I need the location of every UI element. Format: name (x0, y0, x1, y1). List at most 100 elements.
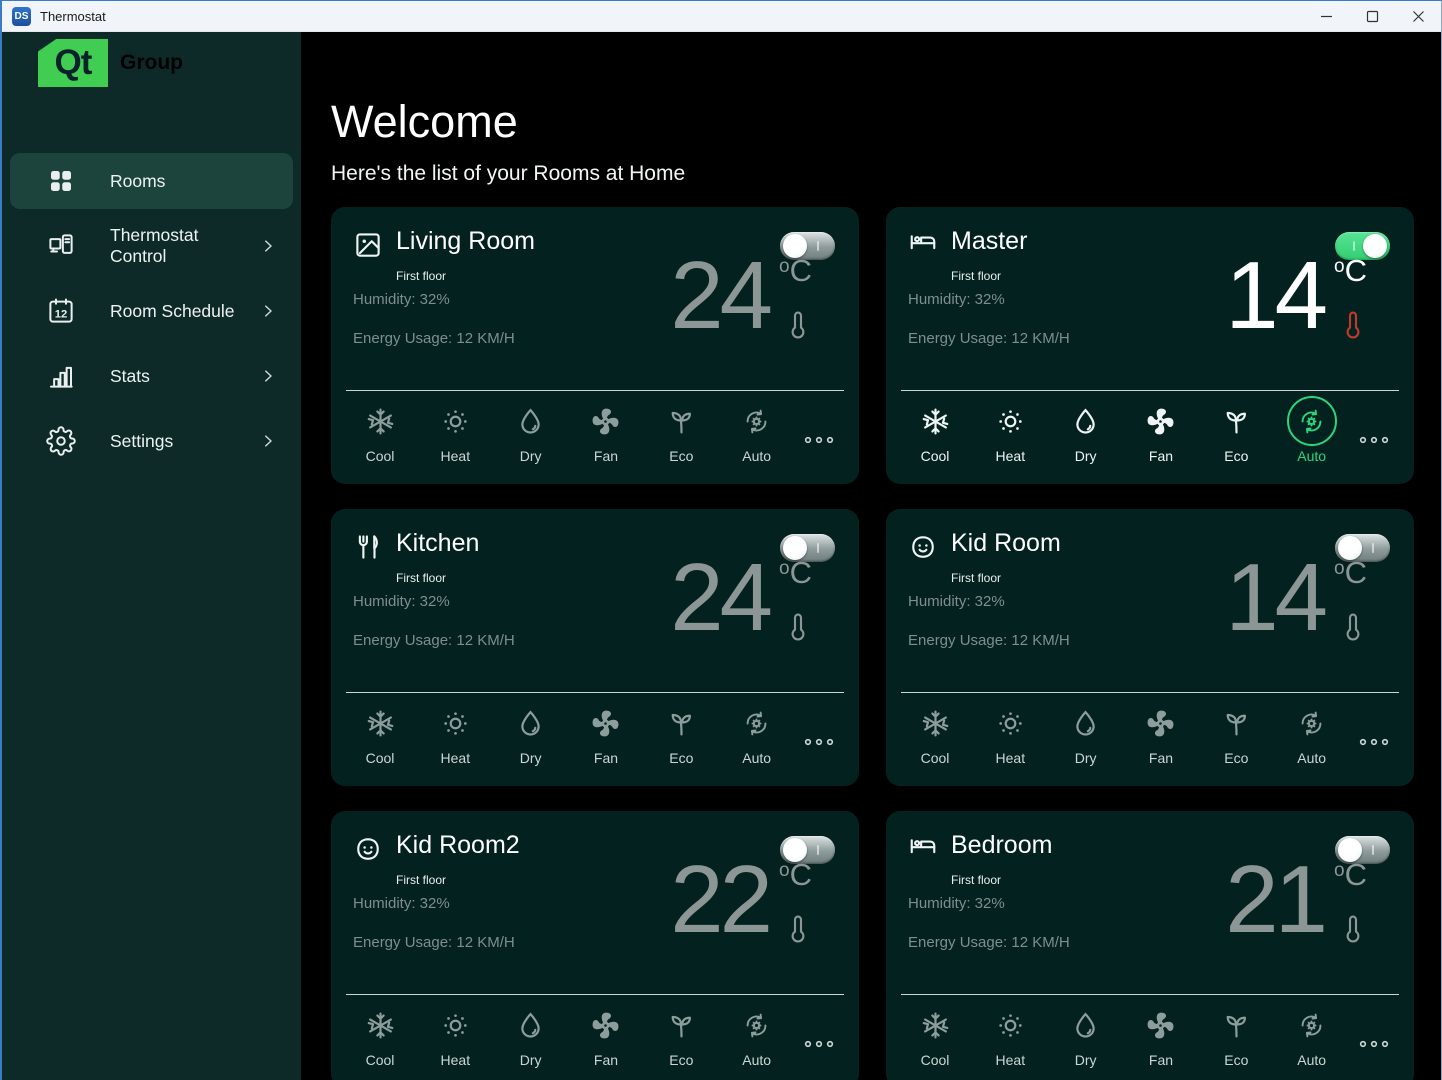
sidebar-item-thermostat-control[interactable]: Thermostat Control (10, 218, 293, 274)
cool-icon (920, 406, 951, 437)
room-name: Master (951, 227, 1027, 256)
mode-fan-button[interactable]: Fan (1132, 698, 1190, 766)
mode-heat-button[interactable]: Heat (426, 698, 484, 766)
sidebar-item-stats[interactable]: Stats (10, 348, 293, 404)
mode-heat-button[interactable]: Heat (981, 396, 1039, 464)
mode-fan-button[interactable]: Fan (1132, 396, 1190, 464)
card-divider (901, 390, 1399, 391)
mode-fan-button[interactable]: Fan (577, 698, 635, 766)
temperature-unit: oC (779, 861, 813, 890)
mode-auto-button[interactable]: Auto (1283, 698, 1341, 766)
thermostat-control-icon (46, 231, 76, 261)
heat-icon (995, 1010, 1026, 1041)
energy-usage-label: Energy Usage: 12 KM/H (908, 632, 1070, 649)
energy-usage-label: Energy Usage: 12 KM/H (353, 330, 515, 347)
temperature-display: 24 oC (670, 559, 813, 641)
mode-cool-button[interactable]: Cool (906, 698, 964, 766)
temperature-value: 22 (670, 861, 769, 940)
mode-cool-button[interactable]: Cool (906, 1000, 964, 1068)
energy-usage-label: Energy Usage: 12 KM/H (908, 934, 1070, 951)
mode-eco-button[interactable]: Eco (1207, 1000, 1265, 1068)
ellipsis-icon (1358, 1036, 1390, 1052)
mode-auto-button[interactable]: Auto (728, 396, 786, 464)
mode-heat-button[interactable]: Heat (426, 396, 484, 464)
fan-icon (1145, 708, 1176, 739)
mode-dry-button[interactable]: Dry (502, 698, 560, 766)
thermometer-icon (1338, 913, 1368, 943)
heat-icon (995, 406, 1026, 437)
room-floor: First floor (951, 269, 1027, 283)
mode-dry-button[interactable]: Dry (502, 396, 560, 464)
ellipsis-icon (1358, 734, 1390, 750)
mode-auto-button[interactable]: Auto (728, 698, 786, 766)
room-floor: First floor (396, 269, 535, 283)
mode-fan-button[interactable]: Fan (577, 396, 635, 464)
mode-row: Cool Heat Dry Fan Eco Auto (906, 396, 1390, 464)
more-options-button[interactable] (803, 1000, 835, 1068)
brand-logo: Qt Group (38, 39, 301, 87)
temperature-display: 21 oC (1225, 861, 1368, 943)
mode-auto-button[interactable]: Auto (1283, 1000, 1341, 1068)
mode-cool-button[interactable]: Cool (351, 1000, 409, 1068)
mode-dry-button[interactable]: Dry (1057, 1000, 1115, 1068)
mode-heat-button[interactable]: Heat (426, 1000, 484, 1068)
bed-icon (908, 230, 938, 260)
auto-icon (741, 708, 772, 739)
ellipsis-icon (803, 734, 835, 750)
card-divider (346, 692, 844, 693)
mode-eco-button[interactable]: Eco (652, 698, 710, 766)
mode-fan-button[interactable]: Fan (1132, 1000, 1190, 1068)
gear-icon (46, 426, 76, 456)
temperature-unit: oC (1334, 559, 1368, 588)
mode-cool-button[interactable]: Cool (351, 698, 409, 766)
eco-icon (666, 406, 697, 437)
page-subtitle: Here's the list of your Rooms at Home (331, 162, 1441, 186)
mode-cool-button[interactable]: Cool (351, 396, 409, 464)
mode-eco-button[interactable]: Eco (652, 396, 710, 464)
humidity-label: Humidity: 32% (353, 895, 515, 912)
humidity-label: Humidity: 32% (908, 593, 1070, 610)
mode-eco-button[interactable]: Eco (652, 1000, 710, 1068)
temperature-value: 24 (670, 559, 769, 638)
room-card: Kid Room2 First floor Humidity: 32% Ener… (331, 811, 859, 1080)
mode-dry-button[interactable]: Dry (1057, 396, 1115, 464)
minimize-icon (1320, 10, 1333, 23)
fan-icon (590, 1010, 621, 1041)
room-name: Kid Room2 (396, 831, 520, 860)
dry-icon (1070, 406, 1101, 437)
mode-auto-button[interactable]: Auto (728, 1000, 786, 1068)
mode-auto-button[interactable]: Auto (1283, 396, 1341, 464)
chevron-right-icon (259, 302, 277, 320)
mode-heat-button[interactable]: Heat (981, 698, 1039, 766)
more-options-button[interactable] (1358, 396, 1390, 464)
mode-cool-button[interactable]: Cool (906, 396, 964, 464)
mode-eco-button[interactable]: Eco (1207, 396, 1265, 464)
dry-icon (515, 406, 546, 437)
mode-dry-button[interactable]: Dry (1057, 698, 1115, 766)
more-options-button[interactable] (803, 396, 835, 464)
cool-icon (920, 1010, 951, 1041)
calendar-icon: 12 (46, 296, 76, 326)
more-options-button[interactable] (1358, 1000, 1390, 1068)
room-card: Kitchen First floor Humidity: 32% Energy… (331, 509, 859, 786)
sidebar-item-settings[interactable]: Settings (10, 413, 293, 469)
thermometer-icon (783, 611, 813, 641)
sidebar-item-room-schedule[interactable]: 12 Room Schedule (10, 283, 293, 339)
bed-icon (908, 834, 938, 864)
mode-eco-button[interactable]: Eco (1207, 698, 1265, 766)
room-name: Kid Room (951, 529, 1061, 558)
title-bar: DS Thermostat (2, 1, 1441, 32)
more-options-button[interactable] (803, 698, 835, 766)
maximize-button[interactable] (1349, 1, 1395, 31)
ellipsis-icon (803, 432, 835, 448)
close-button[interactable] (1395, 1, 1441, 31)
mode-fan-button[interactable]: Fan (577, 1000, 635, 1068)
mode-dry-button[interactable]: Dry (502, 1000, 560, 1068)
minimize-button[interactable] (1303, 1, 1349, 31)
thermometer-icon (783, 913, 813, 943)
heat-icon (440, 406, 471, 437)
fan-icon (1145, 406, 1176, 437)
more-options-button[interactable] (1358, 698, 1390, 766)
sidebar-item-rooms[interactable]: Rooms (10, 153, 293, 209)
mode-heat-button[interactable]: Heat (981, 1000, 1039, 1068)
